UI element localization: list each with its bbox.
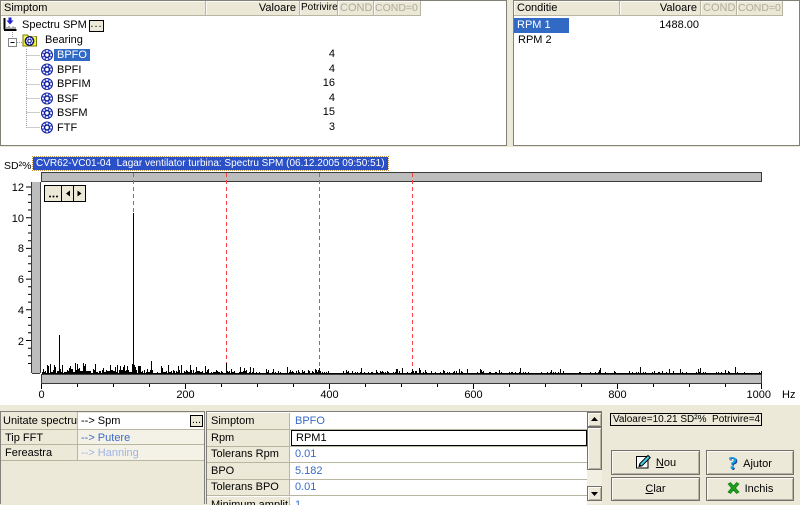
svg-text:8: 8 (18, 243, 24, 255)
svg-text:12: 12 (12, 182, 24, 194)
svg-text:2: 2 (18, 336, 24, 348)
svg-text:Hz: Hz (782, 389, 795, 401)
svg-text:10: 10 (12, 213, 24, 225)
svg-text:600: 600 (464, 389, 482, 401)
svg-text:4: 4 (18, 305, 24, 317)
svg-text:1000: 1000 (747, 389, 771, 401)
svg-text:0: 0 (38, 389, 44, 401)
svg-text:800: 800 (608, 389, 626, 401)
svg-text:400: 400 (320, 389, 338, 401)
svg-text:6: 6 (18, 274, 24, 286)
svg-text:200: 200 (176, 389, 194, 401)
